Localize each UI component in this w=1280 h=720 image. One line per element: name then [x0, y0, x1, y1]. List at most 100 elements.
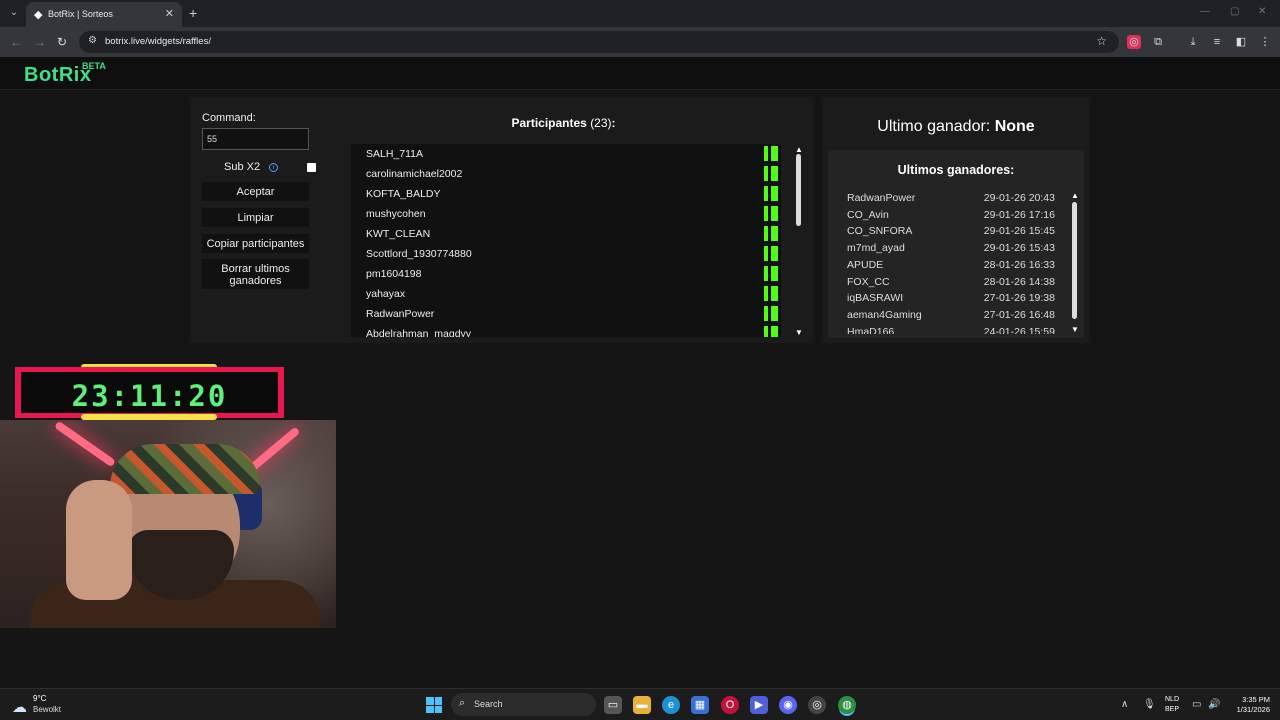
participants-count: (23) — [590, 116, 612, 130]
browser-menu-icon[interactable]: ⋮ — [1258, 35, 1272, 49]
recent-scroll-up-icon[interactable]: ▲ — [1071, 191, 1079, 200]
recent-winner-name: iqBASRAWI — [847, 292, 904, 305]
participant-row[interactable]: Abdelrahman_magdyy — [351, 324, 778, 337]
participant-row[interactable]: RadwanPower — [351, 304, 778, 324]
address-bar[interactable]: ⚙ botrix.live/widgets/raffles/ ☆ — [79, 31, 1119, 53]
recent-winners-scrollbar[interactable] — [1072, 202, 1077, 319]
recent-winner-row: FOX_CC 28-01-26 14:38 — [828, 274, 1068, 291]
sub-x2-checkbox[interactable] — [307, 163, 316, 172]
task-view-icon[interactable]: ▭ — [604, 696, 622, 714]
recent-winner-row: CO_Avin 29-01-26 17:16 — [828, 207, 1068, 224]
recent-winner-date: 29-01-26 17:16 — [983, 208, 1055, 221]
command-input[interactable] — [202, 128, 309, 150]
back-icon[interactable]: ← — [10, 35, 22, 49]
profile-icon[interactable]: ◧ — [1234, 35, 1248, 49]
kick-icon — [764, 326, 778, 337]
window-close-icon[interactable]: ✕ — [1258, 6, 1266, 17]
accept-button[interactable]: Aceptar — [202, 182, 309, 201]
obs-icon[interactable]: ◎ — [808, 696, 826, 714]
webcam-person-hand — [66, 480, 132, 600]
tray-chevron-icon[interactable]: ∧ — [1121, 699, 1128, 710]
webcam-person-cap — [110, 444, 260, 494]
scroll-up-icon[interactable]: ▲ — [795, 145, 803, 154]
minimize-icon[interactable]: — — [1200, 6, 1210, 17]
taskbar-search[interactable]: ⌕ Search — [451, 693, 596, 716]
copy-participants-button[interactable]: Copiar participantes — [202, 234, 309, 253]
bookmark-star-icon[interactable]: ☆ — [1096, 34, 1107, 48]
participant-name: SALH_711A — [366, 148, 424, 160]
info-icon[interactable]: i — [269, 163, 278, 172]
timer-display: 23:11:20 — [21, 372, 278, 413]
language-indicator[interactable]: NLD BEP — [1165, 695, 1179, 715]
volume-icon[interactable]: 🔊 — [1208, 699, 1220, 710]
recent-scroll-down-icon[interactable]: ▼ — [1071, 325, 1079, 334]
participant-row[interactable]: KWT_CLEAN — [351, 224, 778, 244]
keyboard-layout: BEP — [1165, 706, 1180, 713]
participant-row[interactable]: Scottlord_1930774880 — [351, 244, 778, 264]
recent-winner-name: FOX_CC — [847, 275, 890, 288]
recent-winners-list[interactable]: RadwanPower 29-01-26 20:43 CO_Avin 29-01-26… — [828, 190, 1084, 334]
tab-search-icon[interactable]: ⌄ — [6, 5, 22, 21]
search-label: Search — [474, 699, 503, 709]
participant-row[interactable]: yahayax — [351, 284, 778, 304]
participants-heading: Participantes (23): — [351, 116, 776, 130]
participant-name: KOFTA_BALDY — [366, 188, 441, 200]
extension-icon[interactable]: ◎ — [1127, 35, 1141, 49]
network-icon[interactable]: ▭ — [1192, 699, 1201, 710]
delete-winners-button[interactable]: Borrar ultimos ganadores — [202, 259, 309, 289]
last-winner-heading: Ultimo ganador: None — [822, 118, 1090, 136]
participant-row[interactable]: carolinamichael2002 — [351, 164, 778, 184]
microphone-icon[interactable]: 🎙 — [1143, 699, 1156, 710]
site-info-icon[interactable]: ⚙ — [88, 35, 97, 46]
recent-winner-row: CO_SNFORA 29-01-26 15:45 — [828, 223, 1068, 240]
clear-button[interactable]: Limpiar — [202, 208, 309, 227]
recent-winner-date: 28-01-26 16:33 — [983, 258, 1055, 271]
participants-scrollbar[interactable] — [796, 154, 801, 226]
file-explorer-icon[interactable]: ▬ — [633, 696, 651, 714]
new-tab-icon[interactable]: + — [189, 5, 197, 21]
tab-close-icon[interactable]: ✕ — [165, 7, 174, 20]
chrome-icon[interactable]: ◍ — [838, 696, 856, 714]
weather-description[interactable]: Bewolkt — [33, 705, 61, 714]
recent-winner-name: CO_SNFORA — [847, 225, 913, 238]
participants-list[interactable]: SALH_711A carolinamichael2002 KOFTA_BALDYm… — [351, 144, 781, 337]
maximize-icon[interactable]: ▢ — [1230, 6, 1239, 17]
store-icon[interactable]: ▦ — [691, 696, 709, 714]
edge-icon[interactable]: e — [662, 696, 680, 714]
beta-badge: BETA — [82, 61, 106, 71]
weather-cloud-icon[interactable]: ☁ — [12, 698, 27, 716]
participant-name: pm1604198 — [366, 268, 422, 280]
kick-icon — [764, 306, 778, 321]
url-text: botrix.live/widgets/raffles/ — [105, 36, 211, 47]
media-player-icon[interactable]: ▶ — [750, 696, 768, 714]
reload-icon[interactable]: ↻ — [57, 35, 67, 49]
forward-icon[interactable]: → — [34, 35, 46, 49]
recent-winner-name: aeman4Gaming — [847, 308, 922, 321]
kick-icon — [764, 246, 778, 261]
browser-tab[interactable]: ◆ BotRix | Sorteos ✕ — [26, 2, 182, 27]
recent-winner-name: RadwanPower — [847, 192, 916, 204]
raffle-panel: Command: Sub X2 i Aceptar Limpiar Copiar… — [190, 97, 813, 343]
participant-row[interactable]: SALH_711A — [351, 144, 778, 164]
countdown-timer: 23:11:20 — [15, 367, 284, 418]
opera-icon[interactable]: O — [721, 696, 739, 714]
recent-winner-row: HmaD166 24-01-26 15:59 — [828, 324, 1068, 334]
participant-name: mushycohen — [366, 208, 426, 220]
weather-temperature[interactable]: 9°C — [33, 694, 46, 703]
participants-label: Participantes — [511, 116, 587, 130]
recent-winner-row: aeman4Gaming 27-01-26 16:48 — [828, 307, 1068, 324]
clock-time: 3:35 PM — [1242, 695, 1270, 704]
browser-tab-bar: ⌄ ◆ BotRix | Sorteos ✕ + — ▢ ✕ — [0, 0, 1280, 27]
windows-start-icon[interactable] — [426, 697, 442, 713]
extensions-puzzle-icon[interactable]: ⧉ — [1151, 35, 1165, 49]
kick-icon — [764, 286, 778, 301]
taskbar-clock[interactable]: 3:35 PM 1/31/2026 — [1224, 695, 1270, 715]
scroll-down-icon[interactable]: ▼ — [795, 328, 803, 337]
participant-row[interactable]: pm1604198 — [351, 264, 778, 284]
kick-icon — [764, 186, 778, 201]
participant-row[interactable]: mushycohen — [351, 204, 778, 224]
download-icon[interactable]: ⤓ — [1186, 35, 1200, 49]
participant-row[interactable]: KOFTA_BALDY — [351, 184, 778, 204]
discord-icon[interactable]: ◉ — [779, 696, 797, 714]
reading-list-icon[interactable]: ≡ — [1210, 35, 1224, 49]
